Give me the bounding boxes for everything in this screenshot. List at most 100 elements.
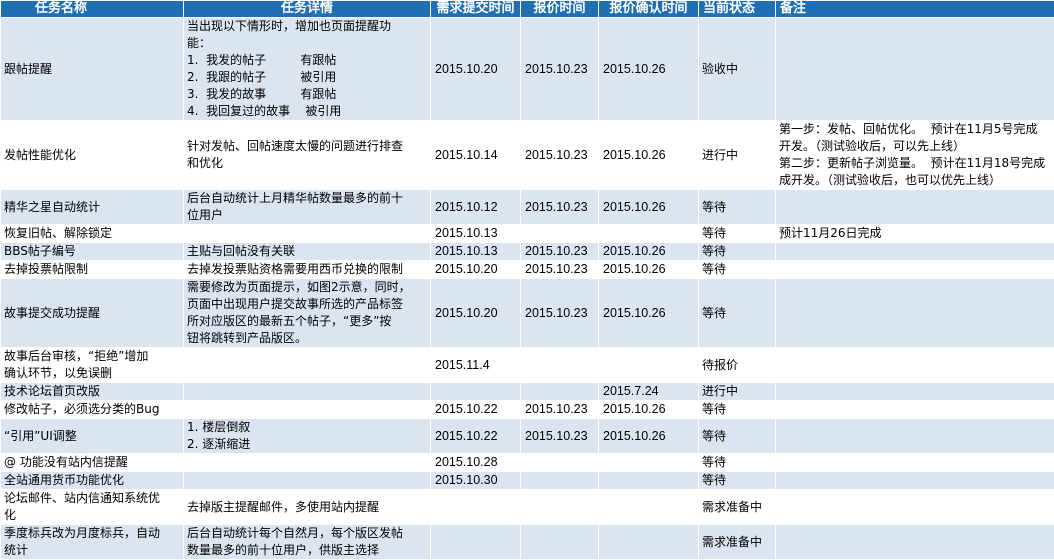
cell-task-detail: 1. 楼层倒叙 2. 逐渐缩进 xyxy=(184,419,431,454)
cell-task-detail xyxy=(184,454,431,472)
cell-task-detail: 后台自动统计每个自然月，每个版区发帖 数量最多的前十位用户，供版主选择 xyxy=(184,525,431,560)
table-row: 季度标兵改为月度标兵，自动 统计 后台自动统计每个自然月，每个版区发帖 数量最多… xyxy=(1,525,1054,560)
cell-quote-confirm-time xyxy=(599,454,699,472)
cell-quote-time xyxy=(521,348,599,383)
cell-task-name: 恢复旧帖、解除锁定 xyxy=(1,225,184,243)
cell-quote-confirm-time: 2015.10.26 xyxy=(599,18,699,121)
cell-task-detail: 去掉发投票贴资格需要用西币兑换的限制 xyxy=(184,261,431,279)
cell-quote-time: 2015.10.23 xyxy=(521,401,599,419)
cell-remark xyxy=(776,472,1054,490)
header-task-name: 任务名称 xyxy=(1,1,184,18)
cell-task-name: 故事后台审核，“拒绝”增加 确认环节，以免误删 xyxy=(1,348,184,383)
cell-quote-confirm-time: 2015.10.26 xyxy=(599,243,699,261)
cell-remark xyxy=(776,401,1054,419)
cell-remark xyxy=(776,261,1054,279)
cell-remark: 第一步：发帖、回帖优化。 预计在11月5号完成 开发。（测试验收后，可以先上线）… xyxy=(776,121,1054,190)
cell-remark xyxy=(776,348,1054,383)
cell-status: 等待 xyxy=(699,190,776,225)
table-row: “引用”UI调整 1. 楼层倒叙 2. 逐渐缩进 2015.10.22 2015… xyxy=(1,419,1054,454)
cell-task-name: 论坛邮件、站内信通知系统优 化 xyxy=(1,490,184,525)
cell-submit-time: 2015.10.20 xyxy=(431,279,521,348)
cell-task-detail xyxy=(184,383,431,401)
table-row: 故事后台审核，“拒绝”增加 确认环节，以免误删 2015.11.4 待报价 xyxy=(1,348,1054,383)
header-task-detail: 任务详情 xyxy=(184,1,431,18)
cell-task-name: 修改帖子，必须选分类的Bug xyxy=(1,401,184,419)
cell-status: 进行中 xyxy=(699,383,776,401)
cell-quote-confirm-time: 2015.10.26 xyxy=(599,279,699,348)
cell-quote-time xyxy=(521,472,599,490)
cell-task-detail: 去掉版主提醒邮件，多使用站内提醒 xyxy=(184,490,431,525)
cell-task-detail: 需要修改为页面提示，如图2示意，同时， 页面中出现用户提交故事所选的产品标签 所… xyxy=(184,279,431,348)
cell-quote-time: 2015.10.23 xyxy=(521,190,599,225)
cell-remark xyxy=(776,525,1054,560)
cell-task-name: 去掉投票帖限制 xyxy=(1,261,184,279)
cell-quote-confirm-time: 2015.7.24 xyxy=(599,383,699,401)
cell-task-name: “引用”UI调整 xyxy=(1,419,184,454)
cell-task-name: @ 功能没有站内信提醒 xyxy=(1,454,184,472)
cell-remark xyxy=(776,18,1054,121)
cell-status: 等待 xyxy=(699,261,776,279)
cell-remark xyxy=(776,190,1054,225)
table-row: 恢复旧帖、解除锁定 2015.10.13 等待 预计11月26日完成 xyxy=(1,225,1054,243)
table-row: 全站通用货币功能优化 2015.10.30 等待 xyxy=(1,472,1054,490)
cell-status: 需求准备中 xyxy=(699,525,776,560)
cell-quote-confirm-time xyxy=(599,472,699,490)
cell-submit-time: 2015.10.28 xyxy=(431,454,521,472)
cell-remark xyxy=(776,279,1054,348)
cell-submit-time: 2015.10.13 xyxy=(431,243,521,261)
cell-task-detail: 当出现以下情形时，增加也页面提醒功 能： 1. 我发的帖子 有跟帖 2. 我跟的… xyxy=(184,18,431,121)
cell-quote-confirm-time: 2015.10.26 xyxy=(599,401,699,419)
cell-quote-time: 2015.10.23 xyxy=(521,419,599,454)
cell-task-name: 跟帖提醒 xyxy=(1,18,184,121)
table-row: 精华之星自动统计 后台自动统计上月精华帖数量最多的前十 位用户 2015.10.… xyxy=(1,190,1054,225)
table-row: 论坛邮件、站内信通知系统优 化 去掉版主提醒邮件，多使用站内提醒 需求准备中 xyxy=(1,490,1054,525)
cell-quote-time xyxy=(521,454,599,472)
cell-quote-time xyxy=(521,490,599,525)
cell-status: 等待 xyxy=(699,401,776,419)
task-table: 任务名称 任务详情 需求提交时间 报价时间 报价确认时间 当前状态 备注 跟帖提… xyxy=(0,0,1054,560)
cell-submit-time: 2015.10.14 xyxy=(431,121,521,190)
cell-submit-time: 2015.11.4 xyxy=(431,348,521,383)
header-submit-time: 需求提交时间 xyxy=(431,1,521,18)
cell-quote-confirm-time xyxy=(599,348,699,383)
cell-quote-time xyxy=(521,383,599,401)
cell-submit-time: 2015.10.12 xyxy=(431,190,521,225)
cell-task-detail: 针对发帖、回帖速度太慢的问题进行排查 和优化 xyxy=(184,121,431,190)
cell-status: 等待 xyxy=(699,472,776,490)
cell-quote-confirm-time xyxy=(599,225,699,243)
cell-remark xyxy=(776,454,1054,472)
cell-task-name: 技术论坛首页改版 xyxy=(1,383,184,401)
cell-status: 需求准备中 xyxy=(699,490,776,525)
cell-submit-time: 2015.10.20 xyxy=(431,18,521,121)
cell-quote-confirm-time xyxy=(599,525,699,560)
cell-task-name: BBS帖子编号 xyxy=(1,243,184,261)
cell-status: 等待 xyxy=(699,243,776,261)
cell-submit-time: 2015.10.22 xyxy=(431,401,521,419)
cell-task-detail xyxy=(184,401,431,419)
header-quote-time: 报价时间 xyxy=(521,1,599,18)
cell-task-name: 精华之星自动统计 xyxy=(1,190,184,225)
cell-quote-confirm-time xyxy=(599,490,699,525)
cell-submit-time: 2015.10.30 xyxy=(431,472,521,490)
cell-submit-time xyxy=(431,383,521,401)
cell-task-detail xyxy=(184,472,431,490)
header-row: 任务名称 任务详情 需求提交时间 报价时间 报价确认时间 当前状态 备注 xyxy=(1,1,1054,18)
cell-remark xyxy=(776,243,1054,261)
cell-status: 等待 xyxy=(699,454,776,472)
header-remark: 备注 xyxy=(776,1,1054,18)
cell-submit-time xyxy=(431,525,521,560)
cell-quote-time: 2015.10.23 xyxy=(521,279,599,348)
cell-task-detail: 后台自动统计上月精华帖数量最多的前十 位用户 xyxy=(184,190,431,225)
cell-submit-time xyxy=(431,490,521,525)
header-quote-confirm-time: 报价确认时间 xyxy=(599,1,699,18)
cell-task-detail xyxy=(184,348,431,383)
cell-status: 等待 xyxy=(699,279,776,348)
cell-submit-time: 2015.10.22 xyxy=(431,419,521,454)
cell-quote-confirm-time: 2015.10.26 xyxy=(599,419,699,454)
table-row: 技术论坛首页改版 2015.7.24 进行中 xyxy=(1,383,1054,401)
cell-quote-confirm-time: 2015.10.26 xyxy=(599,190,699,225)
cell-quote-time: 2015.10.23 xyxy=(521,243,599,261)
cell-status: 等待 xyxy=(699,225,776,243)
cell-quote-time xyxy=(521,525,599,560)
table-row: BBS帖子编号 主贴与回帖没有关联 2015.10.13 2015.10.23 … xyxy=(1,243,1054,261)
